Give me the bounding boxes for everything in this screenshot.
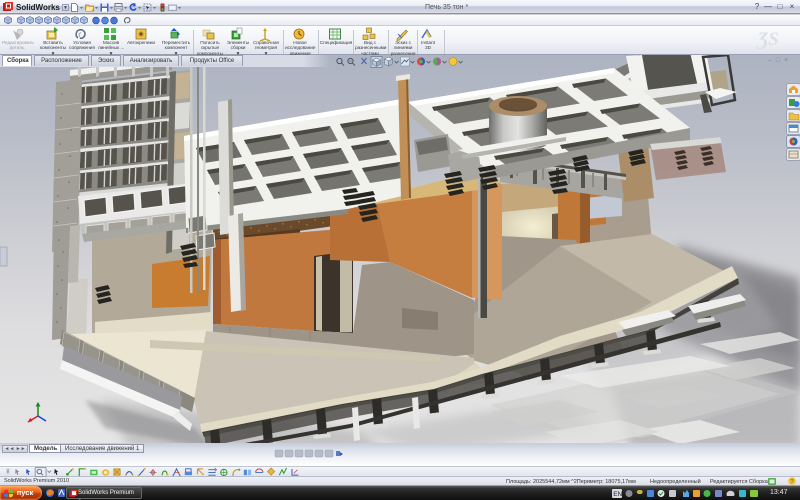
svg-text:EN: EN — [613, 491, 622, 498]
